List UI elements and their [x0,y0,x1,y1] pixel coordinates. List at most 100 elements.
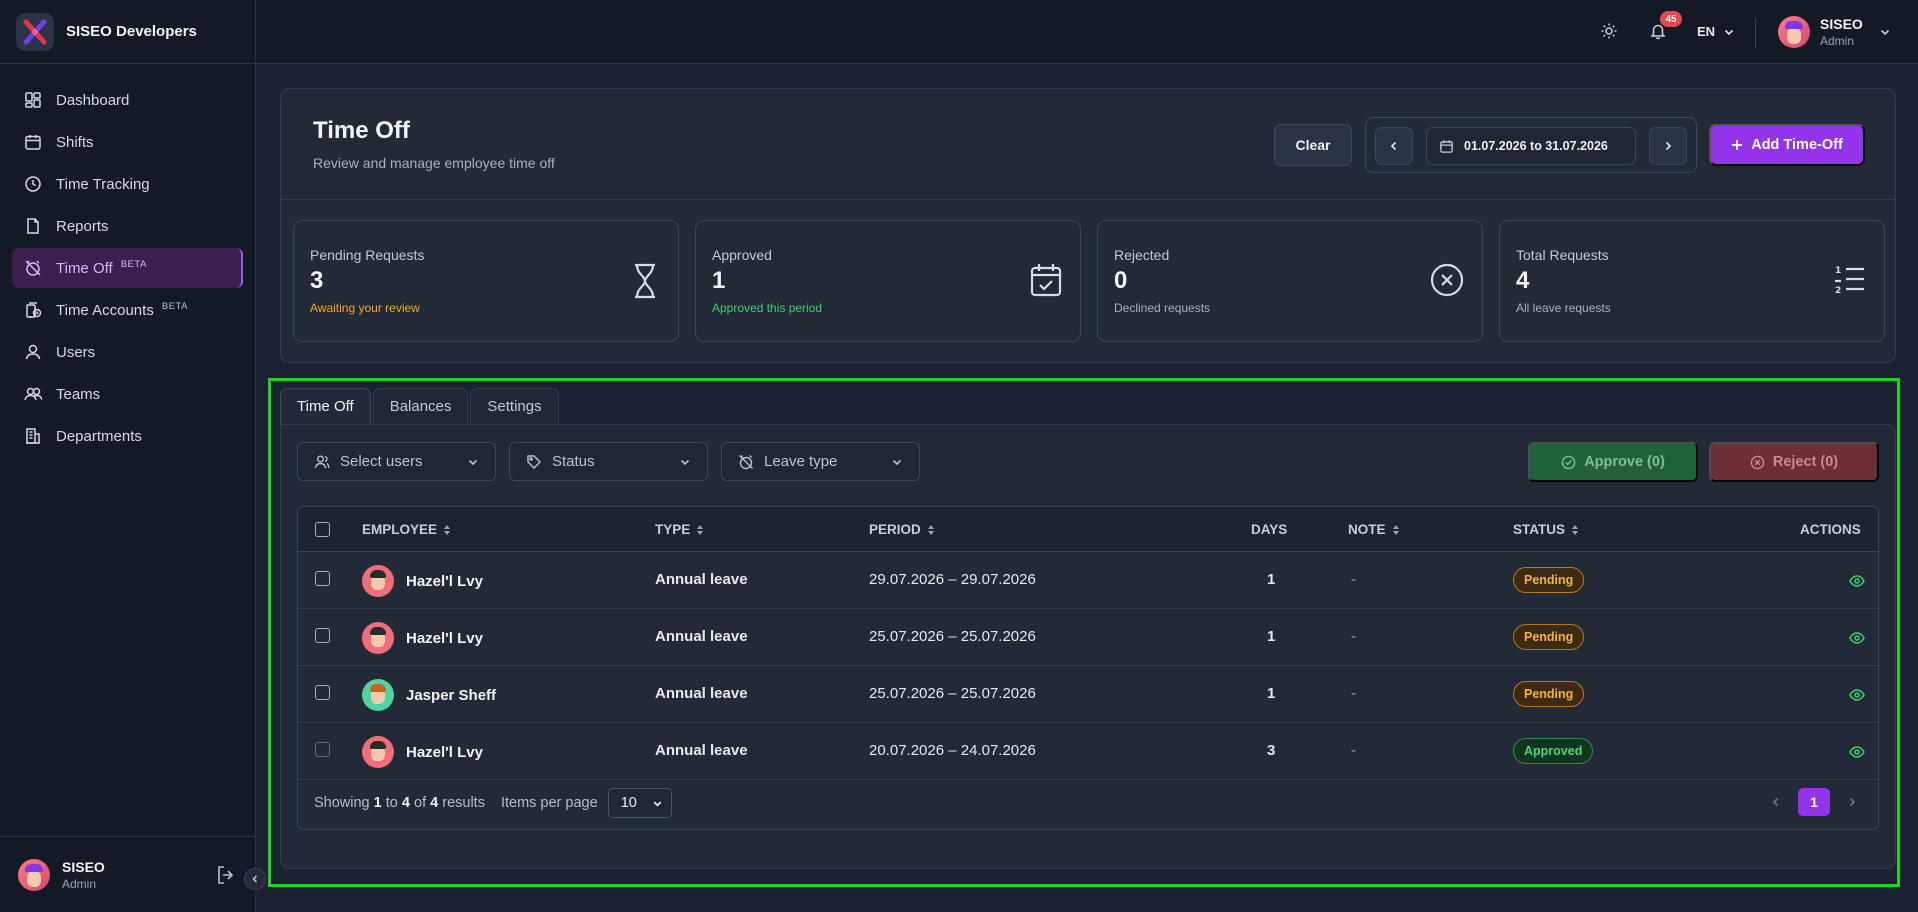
items-per-page-value: 10 [620,795,637,811]
stat-card-total: Total Requests 4 All leave requests 12 [1499,220,1885,342]
column-type[interactable]: TYPE [655,522,704,537]
date-range-picker[interactable]: 01.07.2026 to 31.07.2026 [1426,127,1636,165]
stat-hint: All leave requests [1516,301,1611,315]
brand[interactable]: SISEO Developers [0,0,255,64]
tab-balances[interactable]: Balances [372,388,469,424]
employee-cell: Hazel'l Lvy [362,565,483,597]
sidebar-item-label: Dashboard [56,91,130,109]
sidebar-item-dashboard[interactable]: Dashboard [12,80,243,120]
x-circle-icon [1750,455,1765,469]
column-employee[interactable]: EMPLOYEE [362,522,451,537]
table-header: EMPLOYEE TYPE PERIOD DAYS NOTE STATUS AC… [298,507,1878,552]
period-cell: 20.07.2026 – 24.07.2026 [869,742,1036,759]
clear-button[interactable]: Clear [1274,124,1352,166]
stat-label: Approved [712,247,772,263]
stat-card-approved: Approved 1 Approved this period [695,220,1081,342]
calendar-check-icon [1030,264,1062,297]
collapse-sidebar-button[interactable] [244,868,266,890]
column-period[interactable]: PERIOD [869,522,935,537]
dashboard-icon [25,92,41,108]
sun-icon[interactable] [1600,22,1618,40]
type-cell: Annual leave [655,742,748,759]
user-role: Admin [1820,34,1855,48]
sidebar-item-time-off[interactable]: Time Off BETA [12,248,243,288]
sidebar-item-reports[interactable]: Reports [12,206,243,246]
stat-card-rejected: Rejected 0 Declined requests [1097,220,1483,342]
chevron-down-icon [468,459,478,465]
leave-type-filter[interactable]: Leave type [721,442,920,481]
tab-time-off[interactable]: Time Off [280,388,371,424]
approve-selected-button[interactable]: Approve (0) [1528,442,1698,482]
items-per-page-select[interactable]: 10 [607,788,672,818]
sidebar-item-shifts[interactable]: Shifts [12,122,243,162]
stat-label: Rejected [1114,247,1170,263]
eye-icon[interactable] [1849,745,1865,759]
days-cell: 1 [1267,571,1276,588]
avatar[interactable] [18,858,50,891]
leave-type-label: Leave type [764,453,838,470]
results-text: results [442,795,485,811]
select-all-checkbox[interactable] [315,522,330,537]
status-filter[interactable]: Status [509,442,708,481]
user-icon [314,455,330,468]
select-users-filter[interactable]: Select users [297,442,496,481]
results-text: Showing [314,795,370,811]
sidebar-item-users[interactable]: Users [12,332,243,372]
sidebar-item-label: Time Tracking [56,175,150,193]
logout-icon[interactable] [215,864,237,886]
employee-name: Hazel'l Lvy [406,572,483,590]
reject-selected-button[interactable]: Reject (0) [1709,442,1879,482]
avatar [362,679,394,711]
table-row[interactable]: Jasper Sheff Annual leave 25.07.2026 – 2… [298,666,1878,723]
row-checkbox[interactable] [315,742,330,757]
table-row[interactable]: Hazel'l Lvy Annual leave 29.07.2026 – 29… [298,552,1878,609]
alarm-off-icon [739,454,753,469]
app-logo-icon [16,12,54,51]
sort-icon [697,524,704,535]
column-label: PERIOD [869,522,921,537]
language-select[interactable]: EN [1697,24,1735,39]
page-subtitle: Review and manage employee time off [313,155,555,171]
beta-badge: BETA [161,300,188,312]
status-badge: Pending [1513,567,1585,593]
row-checkbox[interactable] [315,571,330,586]
days-cell: 1 [1267,685,1276,702]
row-checkbox[interactable] [315,685,330,700]
previous-period-button[interactable] [1375,127,1413,165]
time-off-table: EMPLOYEE TYPE PERIOD DAYS NOTE STATUS AC… [297,506,1879,830]
x-circle-icon [1430,263,1464,297]
table-row[interactable]: Hazel'l Lvy Annual leave 25.07.2026 – 25… [298,609,1878,666]
column-label: DAYS [1251,522,1288,537]
tab-settings[interactable]: Settings [470,388,559,424]
sidebar-nav: Dashboard Shifts Time Tracking Reports T… [0,64,255,456]
column-note[interactable]: NOTE [1348,522,1400,537]
column-actions: ACTIONS [1800,522,1861,537]
column-days: DAYS [1251,522,1287,537]
sidebar-item-time-accounts[interactable]: Time Accounts BETA [12,290,243,330]
column-status[interactable]: STATUS [1513,522,1579,537]
eye-icon[interactable] [1849,574,1865,588]
sidebar-item-departments[interactable]: Departments [12,416,243,456]
next-period-button[interactable] [1649,127,1687,165]
employee-name: Hazel'l Lvy [406,743,483,761]
user-menu[interactable]: SISEO Admin [1778,16,1891,48]
sidebar-item-time-tracking[interactable]: Time Tracking [12,164,243,204]
sidebar-item-label: Time Accounts [56,301,154,319]
add-time-off-button[interactable]: Add Time-Off [1709,124,1865,166]
chevron-right-icon[interactable] [1846,796,1858,808]
eye-icon[interactable] [1849,631,1865,645]
chevron-left-icon[interactable] [1770,796,1782,808]
sidebar-item-teams[interactable]: Teams [12,374,243,414]
avatar [1778,16,1810,48]
divider [1755,18,1756,48]
row-checkbox[interactable] [315,628,330,643]
chevron-left-icon [1390,141,1397,151]
stat-label: Total Requests [1516,247,1609,263]
page-button[interactable]: 1 [1798,788,1830,816]
table-row[interactable]: Hazel'l Lvy Annual leave 20.07.2026 – 24… [298,723,1878,780]
chevron-down-icon [653,801,661,807]
user-icon [25,344,41,360]
sidebar-item-label: Teams [56,385,101,403]
eye-icon[interactable] [1849,688,1865,702]
approve-label: Approve (0) [1584,454,1665,470]
